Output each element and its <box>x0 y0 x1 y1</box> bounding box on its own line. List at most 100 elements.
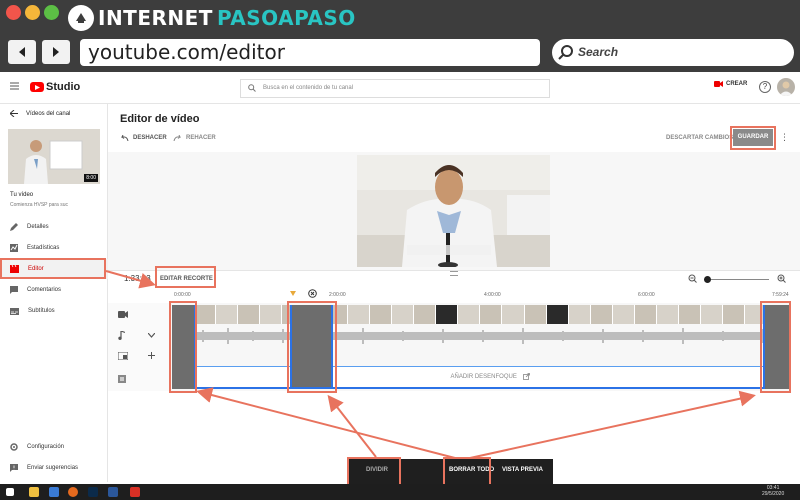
video-frame <box>194 305 217 324</box>
video-frame <box>568 305 591 324</box>
sidebar-item-label: Detalles <box>27 224 49 230</box>
preview-button[interactable]: VISTA PREVIA <box>502 467 543 473</box>
zoom-slider-thumb[interactable] <box>704 276 711 283</box>
annotation-highlight <box>155 266 216 288</box>
sidebar-item-label: Enviar sugerencias <box>27 465 79 471</box>
playhead-marker-icon[interactable] <box>290 291 296 296</box>
browser-search-field[interactable]: Search <box>552 39 794 66</box>
video-frame <box>260 305 283 324</box>
browser-chrome: INTERNET PASOAPASO youtube.com/editor Se… <box>0 0 800 72</box>
arrow-left-icon <box>10 110 18 117</box>
remove-cut-icon[interactable] <box>308 289 317 298</box>
analytics-icon <box>10 244 18 252</box>
back-to-videos-link[interactable]: Vídeos del canal <box>10 110 70 117</box>
channel-search-input[interactable]: Busca en el contenido de tu canal <box>240 79 550 98</box>
sidebar-item-details[interactable]: Detalles <box>0 217 108 237</box>
help-icon[interactable]: ? <box>759 81 771 93</box>
video-frame <box>348 305 371 324</box>
video-title: Tu vídeo <box>10 192 34 198</box>
app-icon[interactable] <box>130 487 140 497</box>
start-icon[interactable] <box>6 488 14 496</box>
video-frame <box>700 305 723 324</box>
sidebar-item-label: Comentarios <box>27 287 62 293</box>
clock-date: 29/5/2020 <box>762 491 785 497</box>
sidebar: Vídeos del canal 8:00 Tu vídeo Comienza … <box>0 104 108 482</box>
ruler-label: 0:00:00 <box>174 292 191 298</box>
redo-button[interactable]: REHACER <box>173 135 216 141</box>
audio-waveform[interactable] <box>172 326 789 346</box>
sidebar-item-settings[interactable]: Configuración <box>0 437 108 457</box>
video-frame <box>722 305 745 324</box>
presenter-preview-image <box>357 155 550 267</box>
firefox-icon[interactable] <box>68 487 78 497</box>
resize-handle[interactable] <box>450 271 458 276</box>
undo-button[interactable]: DESHACER <box>120 135 167 141</box>
music-note-icon <box>118 331 125 340</box>
sidebar-item-analytics[interactable]: Estadísticas <box>0 238 108 258</box>
add-blur-track[interactable]: AÑADIR DESENFOQUE <box>196 366 784 388</box>
zoom-in-icon[interactable] <box>777 274 786 283</box>
video-frame <box>612 305 635 324</box>
discard-changes-button[interactable]: DESCARTAR CAMBIOS <box>666 135 733 141</box>
create-button[interactable]: CREAR <box>714 81 747 87</box>
annotation-highlight <box>760 301 791 393</box>
brand-name-part2: PASOAPASO <box>216 6 356 30</box>
video-frame <box>502 305 525 324</box>
pencil-icon <box>10 223 18 231</box>
blur-icon <box>118 375 126 383</box>
minimize-window-button[interactable] <box>25 5 40 20</box>
zoom-slider-track[interactable] <box>704 279 769 280</box>
address-bar[interactable]: youtube.com/editor <box>80 39 540 66</box>
file-explorer-icon[interactable] <box>29 487 39 497</box>
back-arrow-icon <box>19 47 25 57</box>
studio-logo-text: Studio <box>46 81 81 93</box>
video-frame <box>370 305 393 324</box>
more-options-icon[interactable]: ⋮ <box>780 133 789 142</box>
search-icon <box>248 84 256 92</box>
maximize-window-button[interactable] <box>44 5 59 20</box>
video-preview[interactable] <box>357 155 550 267</box>
add-icon[interactable] <box>148 352 155 359</box>
ruler-label: 6:00:00 <box>638 292 655 298</box>
time-ruler <box>108 290 800 303</box>
forward-button[interactable] <box>42 40 70 64</box>
sidebar-item-subtitles[interactable]: Subtítulos <box>0 301 108 321</box>
word-icon[interactable] <box>108 487 118 497</box>
video-frame <box>656 305 679 324</box>
video-frame <box>238 305 261 324</box>
window-controls <box>6 5 59 20</box>
video-frame <box>524 305 547 324</box>
comment-icon <box>10 286 18 294</box>
ruler-label: 4:00:00 <box>484 292 501 298</box>
back-button[interactable] <box>8 40 36 64</box>
redo-label: REHACER <box>186 135 216 141</box>
close-window-button[interactable] <box>6 5 21 20</box>
ruler-label: 7:59:24 <box>772 292 789 298</box>
sidebar-item-comments[interactable]: Comentarios <box>0 280 108 300</box>
search-icon <box>558 45 573 60</box>
video-thumbnail[interactable]: 8:00 <box>8 129 100 184</box>
video-frame <box>634 305 657 324</box>
sidebar-item-feedback[interactable]: Enviar sugerencias <box>0 458 108 478</box>
system-clock: 03:41 29/5/2020 <box>762 485 784 497</box>
back-link-label: Vídeos del canal <box>26 110 71 117</box>
gear-icon <box>10 443 18 451</box>
annotation-highlight <box>730 126 776 150</box>
menu-icon[interactable] <box>10 82 19 90</box>
video-track[interactable] <box>172 305 789 324</box>
avatar[interactable] <box>777 78 795 96</box>
annotation-highlight <box>0 258 106 279</box>
zoom-out-icon[interactable] <box>688 274 697 283</box>
channel-search-placeholder: Busca en el contenido de tu canal <box>263 85 354 91</box>
chevron-down-icon[interactable] <box>148 333 155 338</box>
site-brand: INTERNET PASOAPASO <box>68 3 356 33</box>
sidebar-item-label: Estadísticas <box>27 245 60 251</box>
chrome-icon[interactable] <box>49 487 59 497</box>
video-frame <box>216 305 239 324</box>
sidebar-item-label: Configuración <box>27 444 65 450</box>
os-taskbar <box>0 484 800 500</box>
video-camera-icon <box>714 81 723 87</box>
sidebar-item-label: Subtítulos <box>28 308 55 314</box>
studio-logo[interactable]: Studio <box>30 81 80 93</box>
photoshop-icon[interactable] <box>88 487 98 497</box>
